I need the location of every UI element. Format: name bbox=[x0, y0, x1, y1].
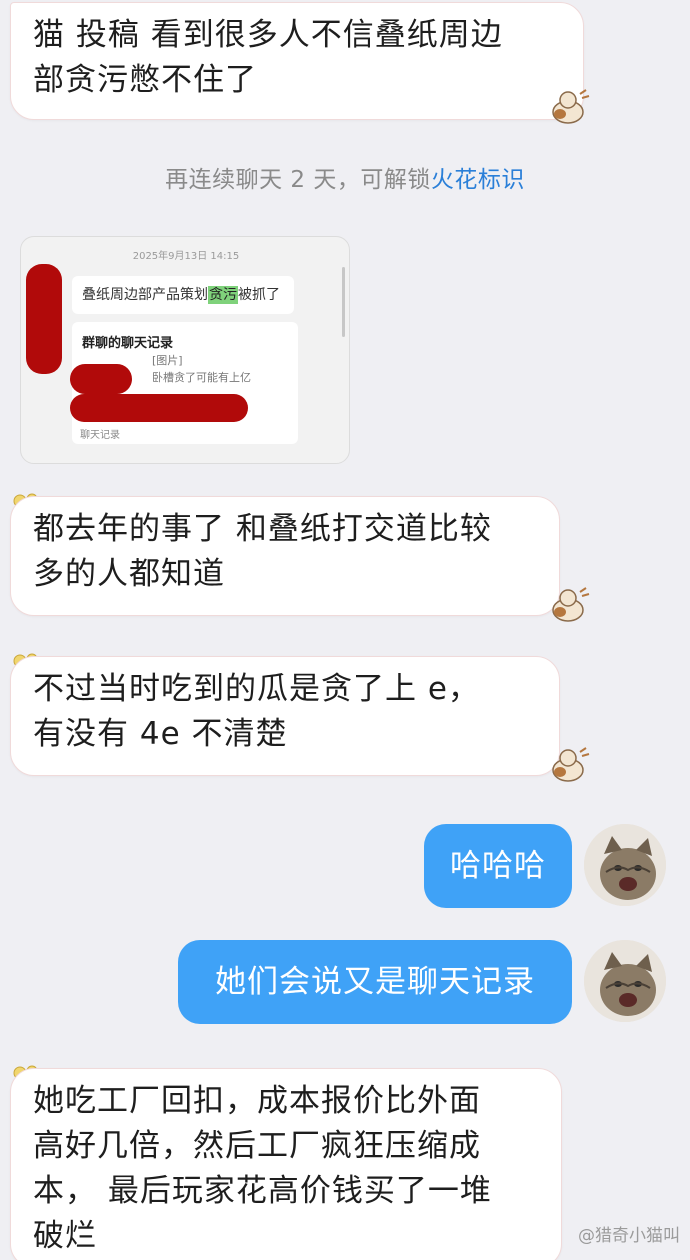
screenshot-message-row: 叠纸周边部产品策划贪污被抓了 bbox=[72, 276, 294, 314]
system-notice: 再连续聊天 2 天，可解锁火花标识 bbox=[0, 160, 690, 194]
incoming-message-bubble[interactable]: 都去年的事了 和叠纸打交道比较 多的人都知道 bbox=[10, 496, 560, 616]
watermark: @猎奇小猫叫 bbox=[578, 1226, 680, 1246]
spark-badge-link[interactable]: 火花标识 bbox=[431, 167, 525, 193]
system-notice-text: 再连续聊天 2 天，可解锁 bbox=[165, 167, 431, 193]
incoming-message-bubble[interactable]: 她吃工厂回扣，成本报价比外面 高好几倍，然后工厂疯狂压缩成 本， 最后玩家花高价… bbox=[10, 1068, 562, 1260]
avatar[interactable] bbox=[584, 940, 666, 1022]
chat-record-image-line: [图片] bbox=[152, 354, 183, 367]
redaction-mark bbox=[70, 394, 248, 422]
chat-record-title: 群聊的聊天记录 bbox=[82, 336, 174, 351]
outgoing-message-bubble[interactable]: 她们会说又是聊天记录 bbox=[178, 940, 572, 1024]
chat-record-footer: 聊天记录 bbox=[80, 430, 120, 441]
screenshot-message-text: 叠纸周边部产品策划 bbox=[82, 287, 208, 303]
screenshot-scrollbar bbox=[342, 267, 345, 337]
screenshot-timestamp: 2025年9月13日 14:15 bbox=[132, 251, 240, 262]
outgoing-message-bubble[interactable]: 哈哈哈 bbox=[424, 824, 572, 908]
incoming-message-bubble[interactable]: 猫 投稿 看到很多人不信叠纸周边 部贪污憋不住了 bbox=[10, 2, 584, 120]
cat-sticker-icon bbox=[552, 89, 590, 124]
cat-sticker-icon bbox=[552, 587, 590, 622]
screenshot-highlight: 贪污 bbox=[208, 286, 238, 304]
chat-record-text-line: 卧槽贪了可能有上亿 bbox=[152, 371, 251, 384]
cat-avatar-icon bbox=[584, 940, 666, 1022]
avatar[interactable] bbox=[584, 824, 666, 906]
redaction-mark bbox=[26, 264, 62, 374]
screenshot-message-tail: 被抓了 bbox=[238, 287, 280, 303]
incoming-message-bubble[interactable]: 不过当时吃到的瓜是贪了上 e， 有没有 4e 不清楚 bbox=[10, 656, 560, 776]
cat-avatar-icon bbox=[584, 824, 666, 906]
redaction-mark bbox=[70, 364, 132, 394]
cat-sticker-icon bbox=[552, 747, 590, 782]
